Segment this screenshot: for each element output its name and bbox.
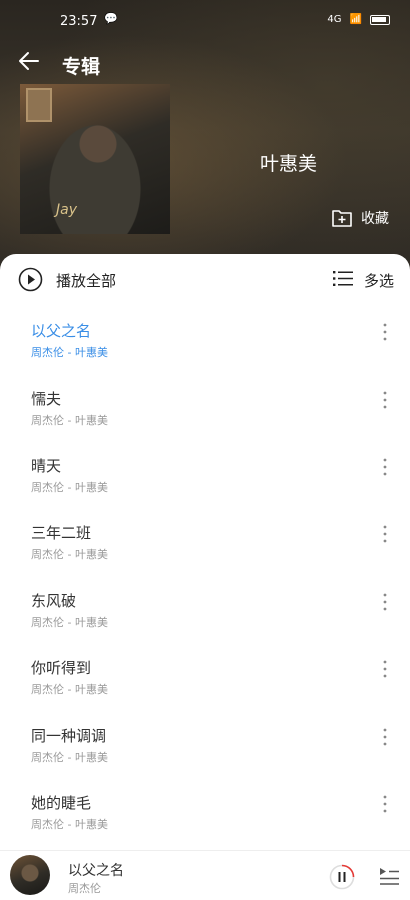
song-subtitle: 周杰伦 - 叶惠美: [31, 751, 108, 764]
more-vertical-icon[interactable]: [380, 322, 390, 342]
song-row[interactable]: 以父之名 周杰伦 - 叶惠美: [0, 320, 410, 384]
more-vertical-icon[interactable]: [380, 659, 390, 679]
mini-player-cover[interactable]: [10, 855, 50, 895]
song-subtitle: 周杰伦 - 叶惠美: [31, 548, 108, 561]
collect-label: 收藏: [361, 211, 389, 227]
folder-add-icon: [332, 210, 352, 227]
play-all-button[interactable]: 播放全部: [56, 270, 116, 291]
more-vertical-icon[interactable]: [380, 524, 390, 544]
page-title: 专辑: [62, 56, 101, 78]
song-row[interactable]: 你听得到 周杰伦 - 叶惠美: [0, 657, 410, 721]
mini-player[interactable]: 以父之名 周杰伦: [0, 850, 410, 900]
song-title: 同一种调调: [31, 727, 107, 745]
more-vertical-icon[interactable]: [380, 457, 390, 477]
song-title: 你听得到: [31, 659, 92, 677]
collect-button[interactable]: 收藏: [331, 208, 389, 228]
list-select-icon[interactable]: [333, 270, 353, 287]
play-all-row: 播放全部 多选: [0, 254, 410, 306]
top-bar: 专辑: [0, 46, 410, 82]
song-title: 晴天: [31, 457, 62, 475]
now-playing-title: 以父之名: [68, 863, 124, 879]
song-subtitle: 周杰伦 - 叶惠美: [31, 481, 108, 494]
more-vertical-icon[interactable]: [380, 390, 390, 410]
song-subtitle: 周杰伦 - 叶惠美: [31, 346, 108, 359]
cover-window-art: [26, 88, 52, 122]
more-vertical-icon[interactable]: [380, 794, 390, 814]
signal-label: 4G: [327, 14, 342, 25]
song-title: 东风破: [31, 592, 77, 610]
more-vertical-icon[interactable]: [380, 592, 390, 612]
album-artist-name: 叶惠美: [260, 153, 318, 175]
now-playing-artist: 周杰伦: [68, 882, 101, 895]
status-icons: 4G 📶: [327, 14, 390, 25]
album-cover: Jay: [20, 84, 170, 234]
song-row[interactable]: 晴天 周杰伦 - 叶惠美: [0, 455, 410, 519]
back-arrow-icon[interactable]: [16, 48, 42, 74]
play-circle-icon[interactable]: [18, 267, 43, 292]
song-subtitle: 周杰伦 - 叶惠美: [31, 414, 108, 427]
wifi-icon: 📶: [349, 14, 362, 25]
cover-logo-text: Jay: [56, 202, 77, 218]
battery-icon: [370, 14, 390, 25]
multi-select-button[interactable]: 多选: [364, 270, 394, 291]
song-title: 懦夫: [31, 390, 62, 408]
status-time: 23:57: [60, 14, 98, 29]
song-row[interactable]: 她的睫毛 周杰伦 - 叶惠美: [0, 792, 410, 856]
play-queue-icon[interactable]: [378, 865, 400, 887]
song-subtitle: 周杰伦 - 叶惠美: [31, 818, 108, 831]
more-vertical-icon[interactable]: [380, 727, 390, 747]
status-bar: 23:57 💬 4G 📶: [0, 8, 410, 32]
song-row[interactable]: 懦夫 周杰伦 - 叶惠美: [0, 388, 410, 452]
wechat-notification-icon: 💬: [104, 12, 118, 25]
song-row[interactable]: 三年二班 周杰伦 - 叶惠美: [0, 522, 410, 586]
song-title: 她的睫毛: [31, 794, 92, 812]
song-subtitle: 周杰伦 - 叶惠美: [31, 683, 108, 696]
song-row[interactable]: 东风破 周杰伦 - 叶惠美: [0, 590, 410, 654]
song-title: 三年二班: [31, 524, 92, 542]
song-title: 以父之名: [31, 322, 92, 340]
pause-icon[interactable]: [329, 864, 355, 890]
song-subtitle: 周杰伦 - 叶惠美: [31, 616, 108, 629]
song-list-sheet: 播放全部 多选 以父之名 周杰伦 - 叶惠美 懦夫 周杰伦 - 叶惠美 晴天 周…: [0, 254, 410, 900]
song-row[interactable]: 同一种调调 周杰伦 - 叶惠美: [0, 725, 410, 789]
